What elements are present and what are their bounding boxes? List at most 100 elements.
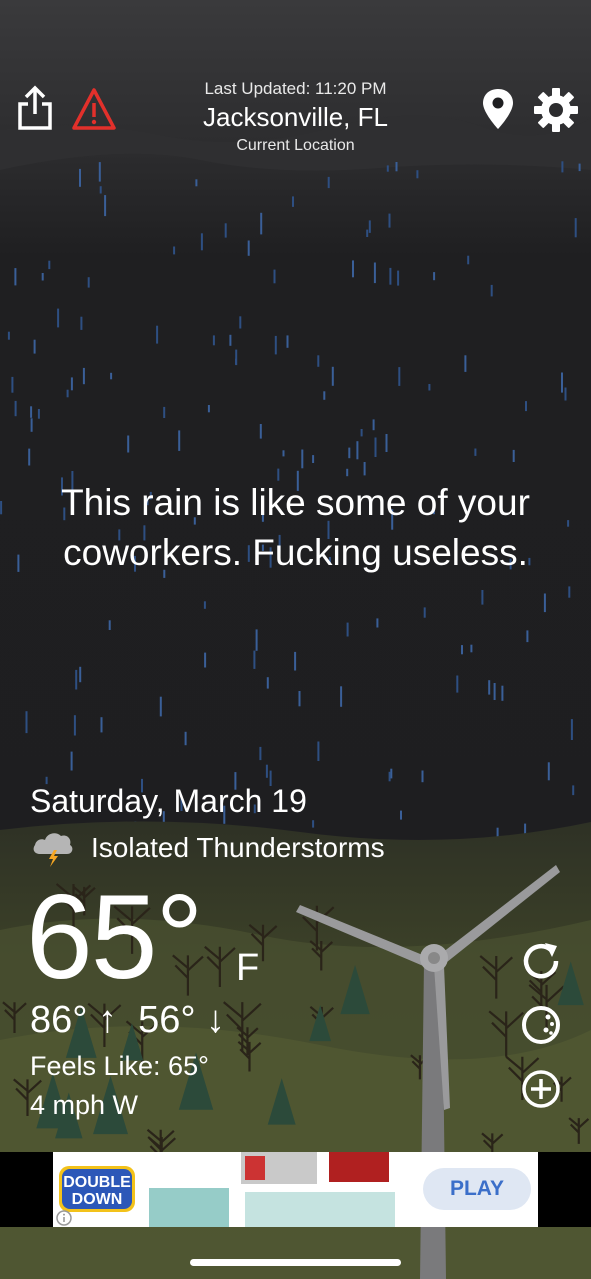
rain-drop	[207, 405, 210, 413]
rain-drop	[572, 785, 575, 796]
rain-drop	[66, 389, 69, 398]
rain-drop	[14, 400, 17, 417]
rain-drop	[79, 666, 82, 683]
current-location-label: Current Location	[236, 137, 355, 154]
rain-drop	[235, 349, 238, 366]
rain-drop	[229, 334, 232, 346]
rain-drop	[363, 462, 366, 476]
ad-banner[interactable]: DOUBLE DOWN PLAY	[53, 1152, 538, 1227]
rain-drop	[312, 820, 315, 828]
rain-drop	[301, 449, 304, 469]
rain-drop	[372, 419, 375, 431]
rain-drop	[368, 220, 371, 233]
rain-drop	[388, 771, 391, 782]
rain-drop	[163, 406, 166, 418]
rain-drop	[561, 372, 563, 393]
rain-drop	[30, 406, 33, 418]
rain-drop	[348, 447, 351, 459]
rain-drop	[75, 669, 78, 690]
rain-drop	[428, 384, 431, 391]
rain-drop	[274, 335, 277, 355]
rain-drop	[99, 186, 102, 194]
rain-drop	[501, 685, 504, 701]
rain-drop	[266, 677, 269, 689]
rain-drop	[265, 764, 268, 778]
ad-logo-line-2: DOWN	[72, 1191, 123, 1208]
rain-drop	[41, 273, 44, 281]
rain-drop	[37, 409, 40, 419]
rain-drop	[30, 418, 33, 432]
rain-drop	[11, 376, 14, 393]
location-button[interactable]	[478, 86, 518, 132]
share-button[interactable]	[14, 84, 56, 132]
info-icon[interactable]	[56, 1210, 72, 1226]
date-label: Saturday, March 19	[30, 783, 307, 819]
rain-drop	[570, 719, 573, 740]
rain-drop	[389, 267, 392, 285]
temperature-unit[interactable]: F	[236, 947, 259, 990]
rain-drop	[195, 179, 198, 187]
rain-drop	[48, 260, 51, 270]
rain-drop	[14, 268, 17, 286]
background-scene	[0, 0, 591, 1279]
rain-drop	[247, 240, 250, 256]
city-name[interactable]: Jacksonville, FL	[150, 102, 441, 133]
rain-drop	[286, 335, 289, 348]
rain-drop	[416, 170, 419, 179]
rain-drop	[259, 424, 262, 439]
add-location-button[interactable]	[518, 1066, 564, 1112]
rain-drop	[273, 269, 276, 284]
rain-drop	[80, 316, 83, 330]
rain-drop	[70, 377, 73, 391]
rain-drop	[360, 429, 363, 437]
rain-drop	[204, 652, 207, 668]
feels-like-label: Feels Like: 65°	[30, 1051, 209, 1081]
rain-drop	[373, 262, 376, 284]
radar-button[interactable]	[518, 1002, 564, 1048]
quote-line-2: coworkers. Fucking useless.	[63, 532, 528, 573]
rain-drop	[73, 715, 76, 736]
rain-drop	[327, 176, 330, 189]
ad-logo-line-1: DOUBLE	[63, 1174, 131, 1191]
current-temperature: 65°	[26, 870, 203, 1004]
rain-drop	[512, 449, 515, 462]
alert-button[interactable]	[70, 86, 118, 132]
refresh-button[interactable]	[518, 938, 564, 984]
rain-drop	[385, 434, 388, 452]
ad-play-button[interactable]: PLAY	[423, 1168, 531, 1210]
rain-drop	[340, 686, 343, 707]
rain-drop	[525, 401, 527, 412]
rain-drop	[57, 308, 60, 328]
rain-drop	[98, 162, 101, 182]
rain-drop	[317, 355, 320, 367]
rain-drop	[253, 650, 256, 669]
rain-drop	[386, 165, 389, 172]
rain-drop	[474, 448, 477, 456]
share-icon	[18, 85, 52, 130]
rain-drop	[467, 255, 470, 265]
rain-drop	[259, 746, 262, 761]
location-pin-icon	[483, 89, 513, 129]
rain-drop	[433, 272, 436, 281]
rain-drop	[470, 644, 473, 653]
radar-icon	[522, 1006, 560, 1044]
ad-letterbox-right	[538, 1152, 591, 1227]
condition-label: Isolated Thunderstorms	[91, 832, 385, 863]
rain-drop	[464, 355, 467, 372]
rain-drop	[82, 367, 85, 385]
rain-drop	[156, 325, 159, 344]
rain-drop	[488, 680, 491, 695]
rain-drop	[200, 233, 203, 251]
rain-drop	[127, 435, 130, 453]
rain-drop	[312, 455, 315, 463]
weather-quote: This rain is like some of your coworkers…	[20, 478, 571, 578]
rain-drop	[282, 450, 285, 457]
rain-drop	[87, 277, 90, 288]
add-icon	[522, 1070, 560, 1108]
settings-button[interactable]	[530, 84, 582, 136]
home-indicator[interactable]	[190, 1259, 401, 1266]
rain-drop	[490, 284, 493, 297]
rain-drop	[104, 195, 107, 217]
ad-letterbox-left	[0, 1152, 53, 1227]
rain-drop	[398, 367, 401, 386]
